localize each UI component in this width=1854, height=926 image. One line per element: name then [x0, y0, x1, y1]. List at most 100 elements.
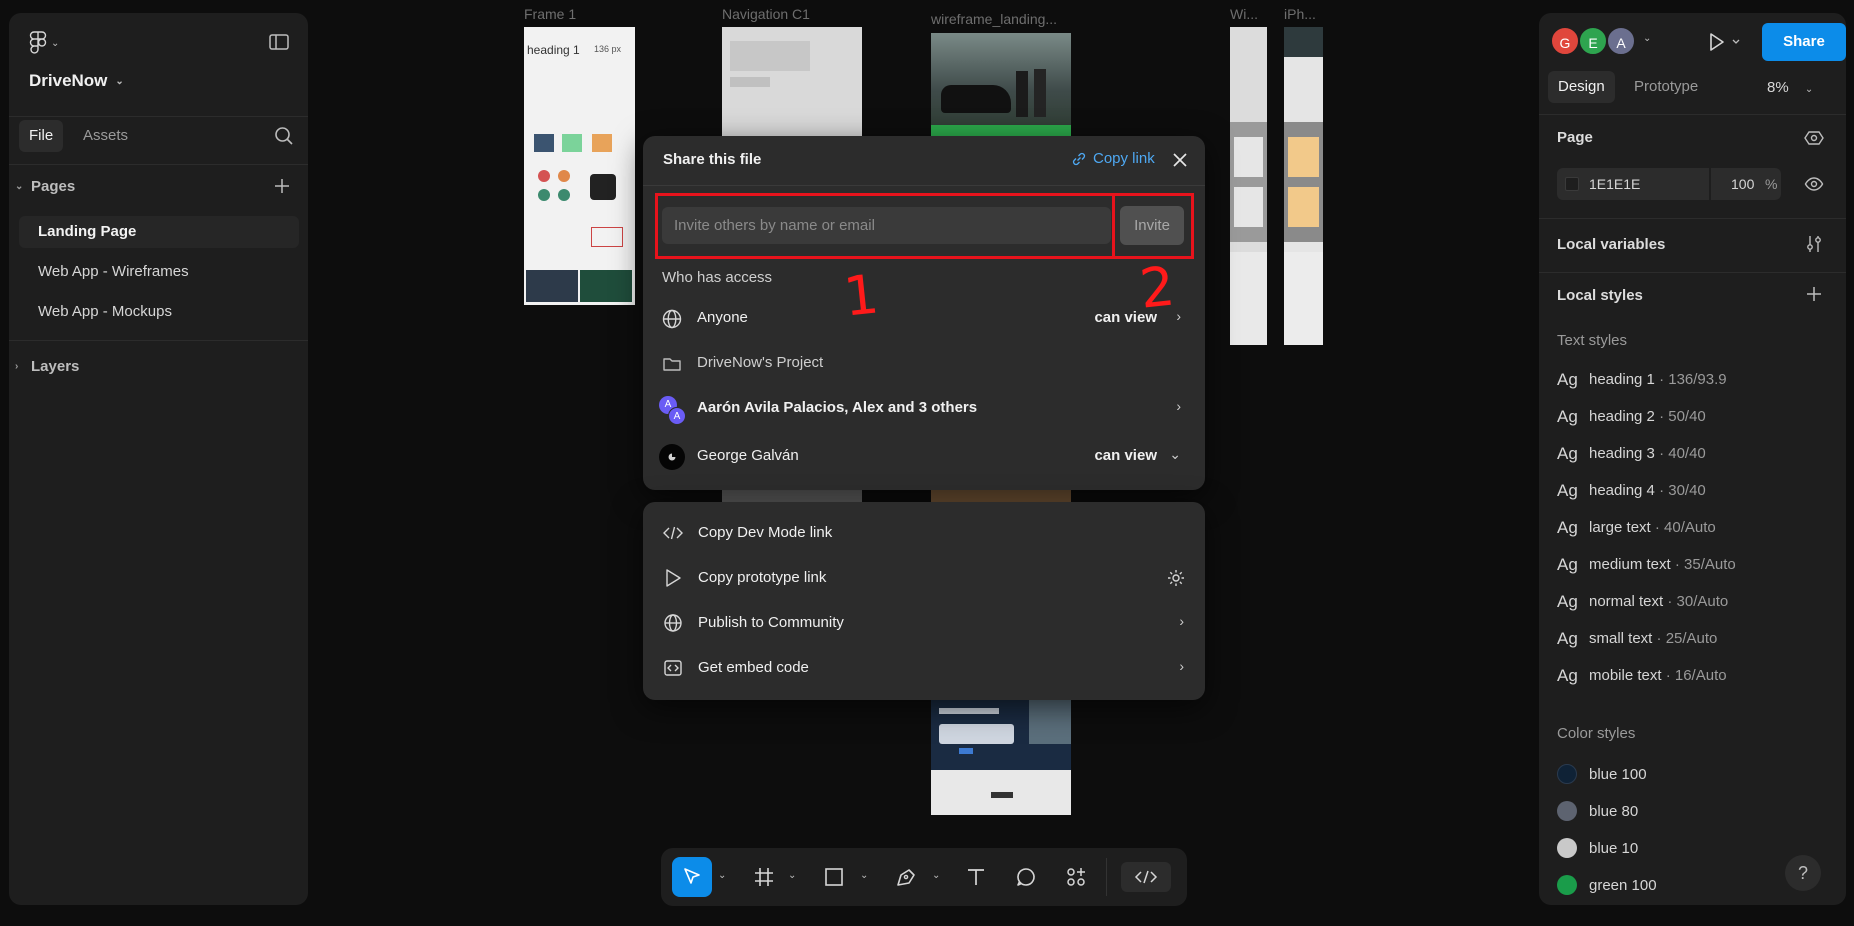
frame-thumbnail[interactable] — [1230, 27, 1267, 345]
divider — [1539, 114, 1846, 115]
frame-label[interactable]: Frame 1 — [524, 6, 576, 22]
text-style-item[interactable]: Ag large text · 40/Auto — [1557, 514, 1716, 542]
page-settings-button[interactable] — [1804, 128, 1824, 148]
layers-section-toggle[interactable]: › Layers — [15, 358, 79, 375]
avatar[interactable]: E — [1578, 26, 1608, 56]
frame-thumbnail[interactable] — [931, 700, 1071, 815]
color-swatch[interactable] — [1565, 177, 1579, 191]
zoom-dropdown[interactable]: 8% ⌄ — [1767, 79, 1813, 96]
text-style-item[interactable]: Ag heading 4 · 30/40 — [1557, 477, 1706, 505]
main-menu-button[interactable]: ⌄ — [29, 29, 69, 57]
menu-item-get-embed-code[interactable]: Get embed code › — [660, 650, 1190, 686]
frame-thumbnail[interactable] — [931, 33, 1071, 137]
menu-item-label: Publish to Community — [698, 614, 844, 631]
access-row-george[interactable]: George Galván can view ⌄ — [659, 436, 1187, 476]
text-style-item[interactable]: Ag medium text · 35/Auto — [1557, 551, 1736, 579]
access-row-members[interactable]: A A Aarón Avila Palacios, Alex and 3 oth… — [659, 388, 1187, 428]
text-t-icon — [968, 869, 984, 885]
avatar[interactable]: A — [1606, 26, 1636, 56]
present-button[interactable] — [1703, 28, 1743, 58]
text-style-item[interactable]: Ag small text · 25/Auto — [1557, 625, 1717, 653]
sidebar-toggle-button[interactable] — [267, 30, 291, 54]
tab-design[interactable]: Design — [1548, 71, 1615, 103]
tab-file[interactable]: File — [19, 120, 64, 152]
access-row-anyone[interactable]: Anyone can view › — [659, 298, 1187, 338]
page-item-web-app-mockups[interactable]: Web App - Mockups — [19, 296, 299, 328]
menu-item-copy-prototype-link[interactable]: Copy prototype link — [660, 560, 1190, 596]
actions-tool[interactable] — [1062, 857, 1090, 897]
frame-label[interactable]: Wi... — [1230, 6, 1266, 22]
text-tool[interactable] — [962, 857, 990, 897]
settings-hex-icon — [1804, 131, 1824, 145]
permission-dropdown[interactable]: can view — [1094, 447, 1157, 464]
help-button[interactable]: ? — [1785, 855, 1821, 891]
pages-section-toggle[interactable]: ⌄ Pages — [15, 178, 75, 195]
play-icon — [1710, 33, 1740, 51]
color-style-item[interactable]: blue 10 — [1557, 834, 1638, 862]
tab-assets[interactable]: Assets — [73, 120, 138, 152]
frame-tool[interactable] — [750, 857, 778, 897]
text-style-meta: · 25/Auto — [1652, 630, 1718, 647]
text-style-item[interactable]: Ag heading 1 · 136/93.9 — [1557, 366, 1727, 394]
project-name-dropdown[interactable]: DriveNow ⌄ — [29, 71, 124, 91]
local-variables-button[interactable]: Local variables — [1557, 236, 1665, 253]
chevron-down-icon[interactable]: ⌄ — [1643, 33, 1651, 44]
text-style-meta: · 30/40 — [1654, 482, 1706, 499]
frame-label[interactable]: wireframe_landing... — [931, 11, 1057, 27]
comment-tool[interactable] — [1012, 857, 1040, 897]
avatar[interactable]: G — [1550, 26, 1580, 56]
text-style-item[interactable]: Ag heading 2 · 50/40 — [1557, 403, 1706, 431]
menu-item-copy-dev-mode-link[interactable]: Copy Dev Mode link — [660, 515, 1190, 551]
text-style-name: medium text — [1589, 556, 1671, 573]
figma-logo-icon — [29, 31, 47, 54]
frame-label[interactable]: Navigation C1 — [722, 6, 842, 22]
move-tool[interactable] — [672, 857, 712, 897]
chevron-down-icon[interactable]: ⌄ — [932, 870, 940, 881]
text-style-item[interactable]: Ag heading 3 · 40/40 — [1557, 440, 1706, 468]
link-icon — [1072, 152, 1086, 165]
dev-mode-toggle[interactable] — [1121, 862, 1171, 892]
gear-icon[interactable] — [1166, 568, 1186, 588]
text-style-item[interactable]: Ag mobile text · 16/Auto — [1557, 662, 1727, 690]
annotation-highlight-box — [655, 193, 1115, 259]
chevron-down-icon[interactable]: ⌄ — [788, 870, 796, 881]
text-style-name: heading 3 — [1589, 445, 1655, 462]
search-button[interactable] — [272, 124, 296, 148]
permission-dropdown[interactable]: can view — [1094, 309, 1157, 326]
add-style-button[interactable] — [1804, 284, 1824, 304]
visibility-toggle[interactable] — [1804, 174, 1824, 194]
tab-prototype[interactable]: Prototype — [1624, 71, 1708, 103]
text-style-item[interactable]: Ag normal text · 30/Auto — [1557, 588, 1728, 616]
page-opacity-field[interactable]: 100 % — [1711, 168, 1781, 200]
color-style-item[interactable]: green 100 — [1557, 871, 1657, 899]
page-item-landing-page[interactable]: Landing Page — [19, 216, 299, 248]
divider — [9, 340, 308, 341]
chevron-right-icon: › — [1179, 613, 1184, 629]
menu-item-publish-to-community[interactable]: Publish to Community › — [660, 605, 1190, 641]
chevron-down-icon: ⌄ — [1169, 446, 1181, 462]
page-item-web-app-wireframes[interactable]: Web App - Wireframes — [19, 256, 299, 288]
chevron-down-icon[interactable]: ⌄ — [860, 870, 868, 881]
page-color-field[interactable]: 1E1E1E — [1557, 168, 1709, 200]
divider — [1539, 272, 1846, 273]
pen-tool[interactable] — [892, 857, 920, 897]
copy-link-button[interactable]: Copy link — [1071, 150, 1155, 167]
close-dialog-button[interactable] — [1170, 150, 1190, 170]
frame-thumbnail[interactable] — [722, 27, 862, 137]
chevron-down-icon[interactable]: ⌄ — [718, 870, 726, 881]
color-style-item[interactable]: blue 80 — [1557, 797, 1638, 825]
frame-thumbnail[interactable] — [1284, 27, 1323, 345]
variables-settings-button[interactable] — [1804, 234, 1824, 254]
text-style-name: heading 1 — [1589, 371, 1655, 388]
code-icon — [663, 526, 683, 540]
frame-thumbnail[interactable] — [931, 490, 1071, 502]
shape-tool[interactable] — [820, 857, 848, 897]
access-row-project[interactable]: DriveNow's Project — [659, 343, 1187, 383]
share-button[interactable]: Share — [1762, 23, 1846, 61]
frame-thumbnail[interactable] — [722, 490, 862, 502]
text-style-meta: · 50/40 — [1654, 408, 1706, 425]
frame-label[interactable]: iPh... — [1284, 6, 1324, 22]
add-page-button[interactable] — [272, 176, 292, 196]
frame-thumbnail[interactable]: heading 1 136 px — [524, 27, 635, 305]
color-style-item[interactable]: blue 100 — [1557, 760, 1647, 788]
